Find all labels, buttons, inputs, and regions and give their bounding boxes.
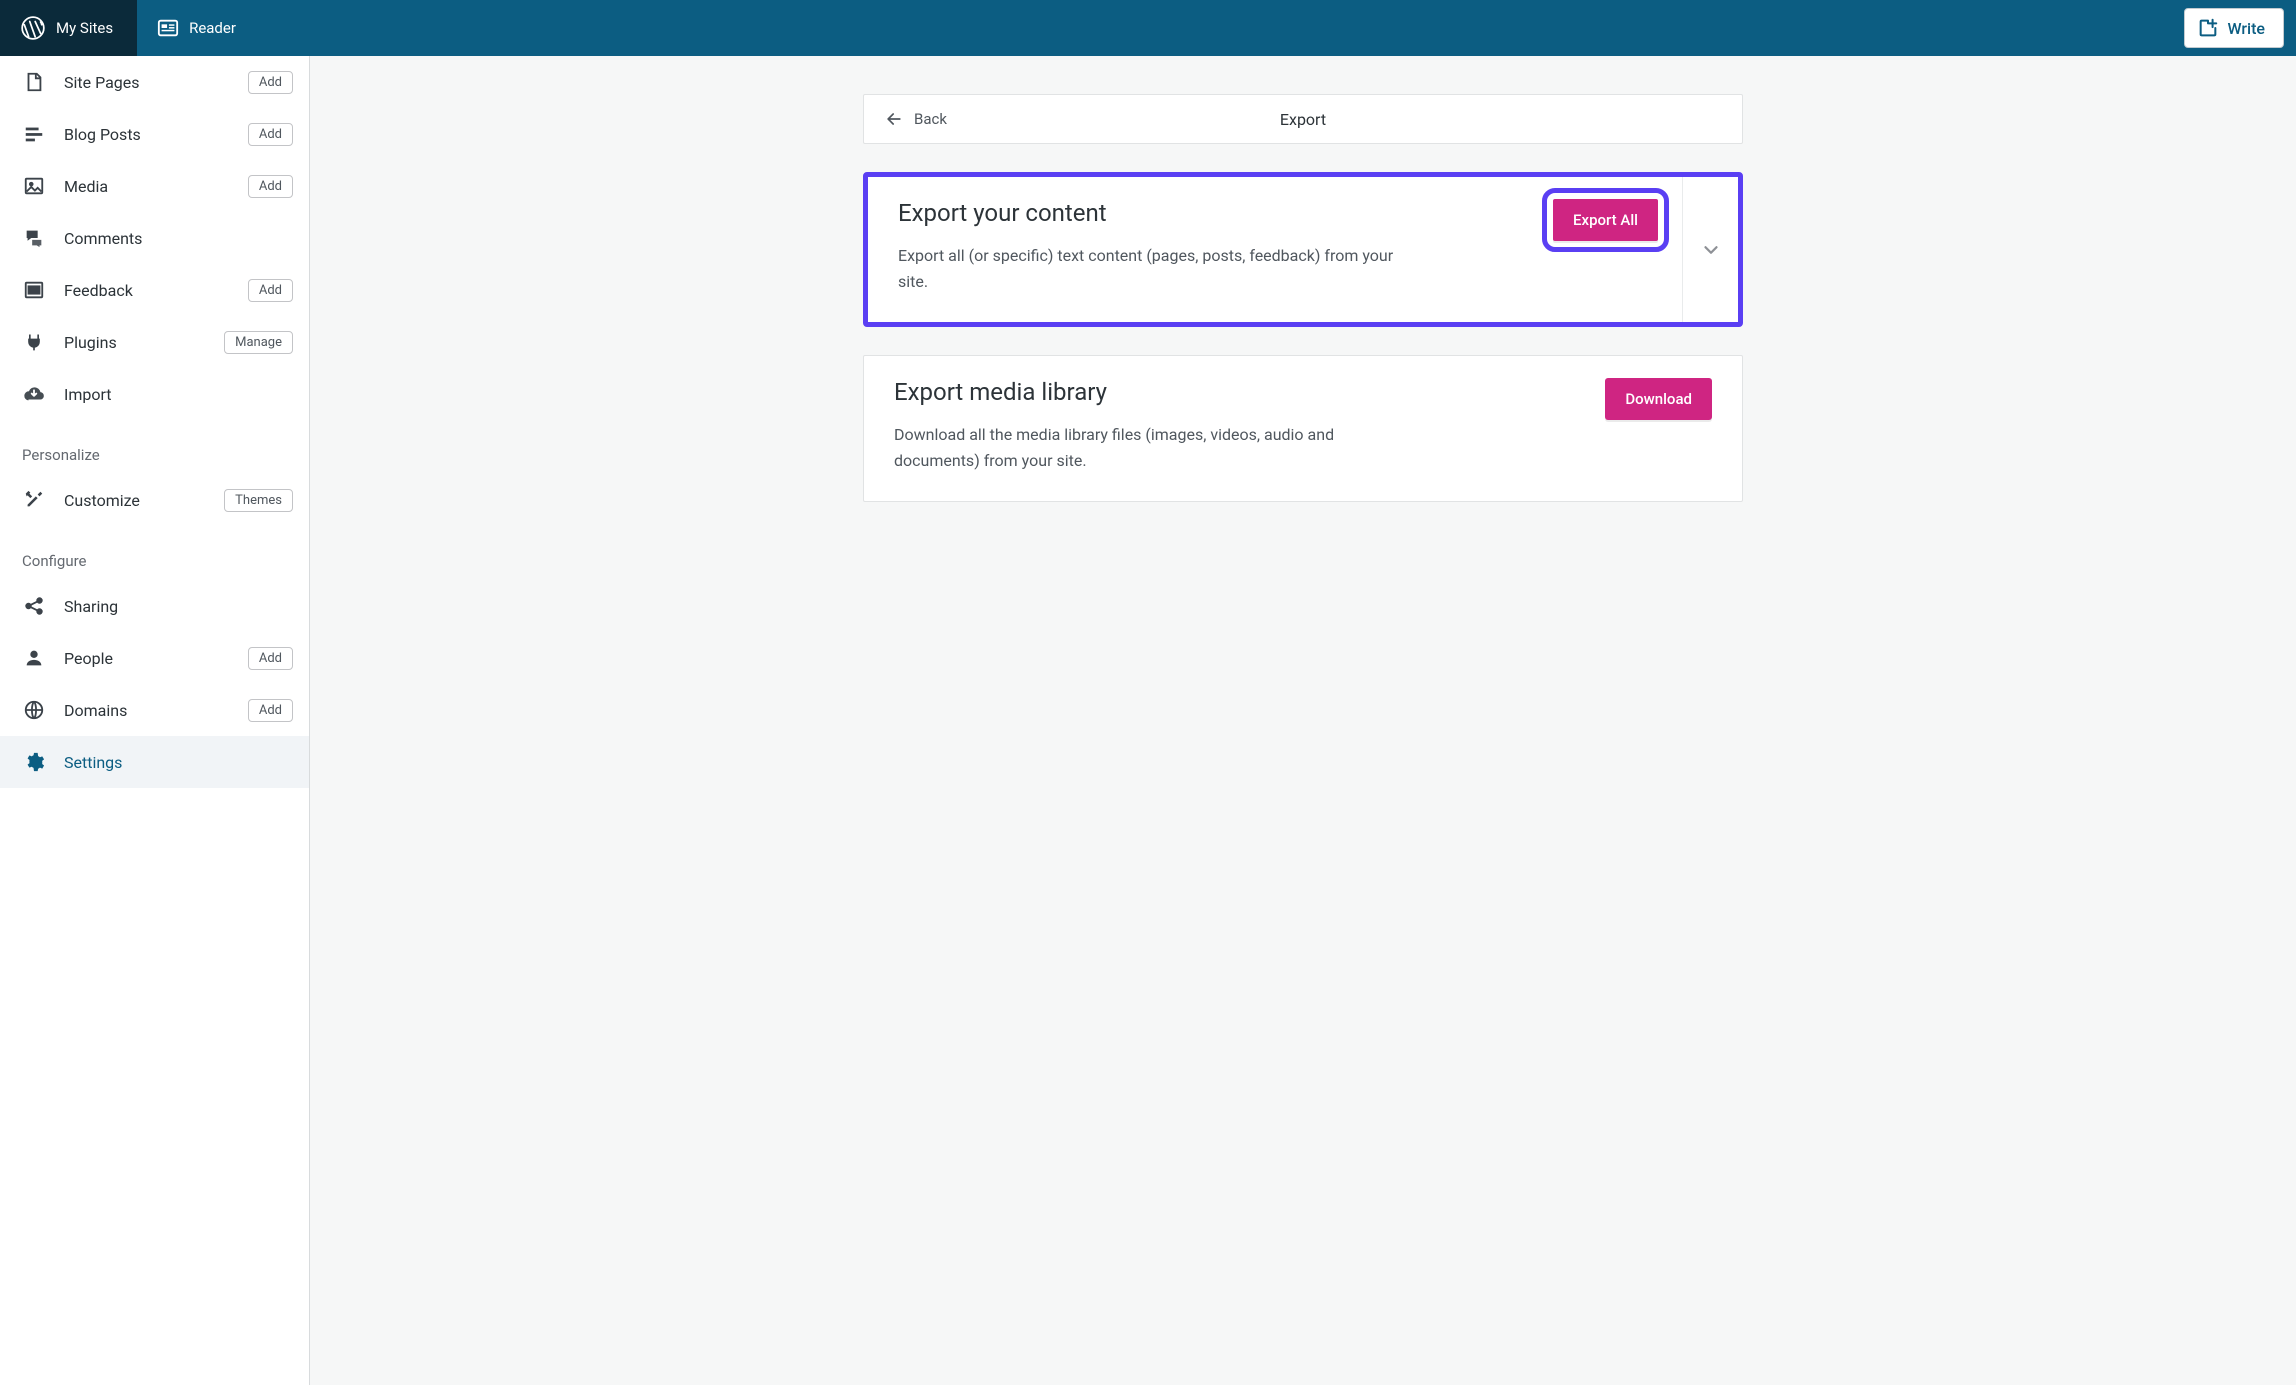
sidebar: Site Pages Add Blog Posts Add Media Add … (0, 56, 310, 1385)
section-personalize: Personalize (0, 420, 309, 474)
sidebar-item-label: Domains (64, 701, 230, 720)
add-button[interactable]: Add (248, 699, 293, 722)
card-title: Export media library (894, 378, 1581, 406)
sidebar-item-label: Customize (64, 491, 206, 510)
reader-icon (157, 17, 179, 39)
back-label: Back (914, 110, 947, 128)
sidebar-item-settings[interactable]: Settings (0, 736, 309, 788)
import-icon (22, 382, 46, 406)
expand-toggle[interactable] (1682, 177, 1738, 322)
sidebar-item-label: Site Pages (64, 73, 230, 92)
sidebar-item-blog-posts[interactable]: Blog Posts Add (0, 108, 309, 160)
sidebar-item-label: Plugins (64, 333, 206, 352)
add-button[interactable]: Add (248, 71, 293, 94)
wordpress-logo-icon (20, 15, 46, 41)
sidebar-item-plugins[interactable]: Plugins Manage (0, 316, 309, 368)
themes-button[interactable]: Themes (224, 489, 293, 512)
export-media-card: Export media library Download all the me… (863, 355, 1743, 502)
export-all-button[interactable]: Export All (1553, 199, 1658, 241)
sidebar-item-media[interactable]: Media Add (0, 160, 309, 212)
sidebar-item-domains[interactable]: Domains Add (0, 684, 309, 736)
back-button[interactable]: Back (884, 109, 947, 129)
card-description: Download all the media library files (im… (894, 422, 1414, 473)
sidebar-item-site-pages[interactable]: Site Pages Add (0, 56, 309, 108)
export-content-card: Export your content Export all (or speci… (863, 172, 1743, 327)
arrow-left-icon (884, 109, 904, 129)
domains-icon (22, 698, 46, 722)
sidebar-item-import[interactable]: Import (0, 368, 309, 420)
section-configure: Configure (0, 526, 309, 580)
topbar-left: My Sites Reader (0, 0, 256, 56)
page-header-card: Back Export (863, 94, 1743, 144)
customize-icon (22, 488, 46, 512)
feedback-icon (22, 278, 46, 302)
media-icon (22, 174, 46, 198)
write-button-label: Write (2227, 19, 2265, 38)
sidebar-item-label: Sharing (64, 597, 293, 616)
card-description: Export all (or specific) text content (p… (898, 243, 1418, 294)
sidebar-item-sharing[interactable]: Sharing (0, 580, 309, 632)
manage-button[interactable]: Manage (224, 331, 293, 354)
sidebar-item-label: Import (64, 385, 293, 404)
chevron-down-icon (1700, 239, 1722, 261)
page-title: Export (1280, 110, 1326, 129)
add-button[interactable]: Add (248, 279, 293, 302)
nav-my-sites-label: My Sites (56, 19, 113, 37)
sidebar-item-label: Settings (64, 753, 293, 772)
add-button[interactable]: Add (248, 175, 293, 198)
sidebar-item-people[interactable]: People Add (0, 632, 309, 684)
write-button[interactable]: Write (2184, 8, 2284, 48)
sidebar-item-label: Feedback (64, 281, 230, 300)
sidebar-item-label: Blog Posts (64, 125, 230, 144)
sidebar-item-feedback[interactable]: Feedback Add (0, 264, 309, 316)
nav-reader[interactable]: Reader (137, 0, 256, 56)
people-icon (22, 646, 46, 670)
add-button[interactable]: Add (248, 647, 293, 670)
card-title: Export your content (898, 199, 1529, 227)
comments-icon (22, 226, 46, 250)
sidebar-item-comments[interactable]: Comments (0, 212, 309, 264)
sidebar-item-customize[interactable]: Customize Themes (0, 474, 309, 526)
sidebar-item-label: Comments (64, 229, 293, 248)
main-content: Back Export Export your content Export a… (310, 56, 2296, 1385)
sidebar-item-label: Media (64, 177, 230, 196)
sidebar-item-label: People (64, 649, 230, 668)
posts-icon (22, 122, 46, 146)
gear-icon (22, 750, 46, 774)
page-icon (22, 70, 46, 94)
sharing-icon (22, 594, 46, 618)
plugins-icon (22, 330, 46, 354)
download-button[interactable]: Download (1605, 378, 1712, 420)
write-post-icon (2197, 17, 2219, 39)
nav-my-sites[interactable]: My Sites (0, 0, 137, 56)
nav-reader-label: Reader (189, 19, 236, 37)
topbar: My Sites Reader Write (0, 0, 2296, 56)
add-button[interactable]: Add (248, 123, 293, 146)
